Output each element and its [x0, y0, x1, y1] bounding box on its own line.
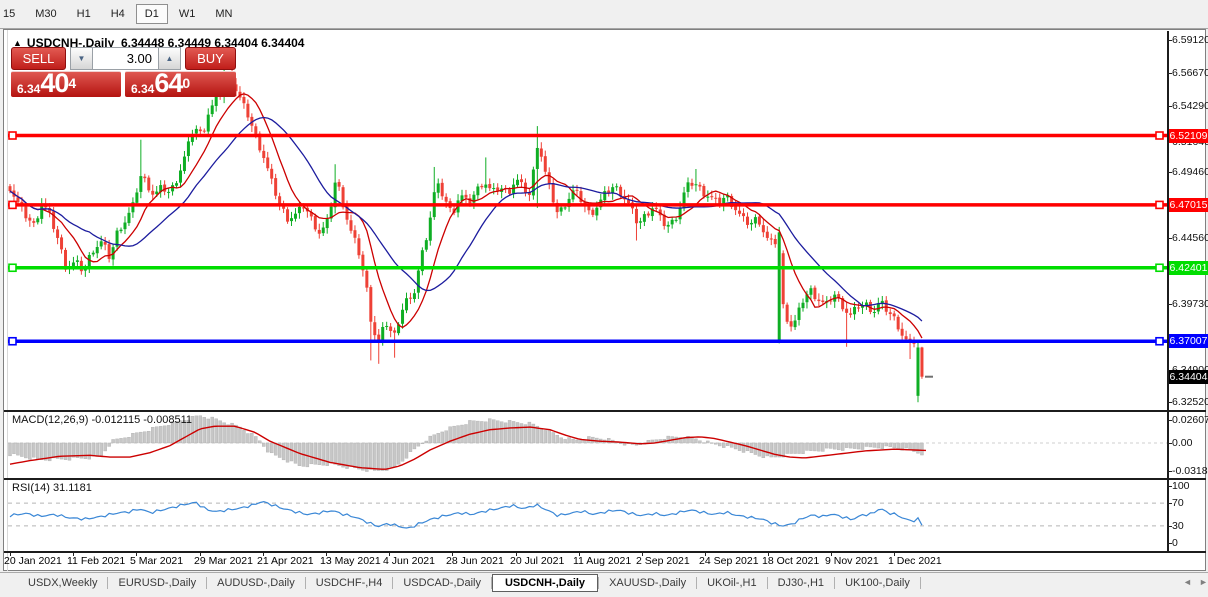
macd-tick-label: 0.00 — [1172, 436, 1193, 449]
date-tick-label: 1 Dec 2021 — [888, 555, 942, 567]
date-tick-label: 28 Jun 2021 — [446, 555, 504, 567]
timeframe-toolbar: 15 M30 H1 H4 D1 W1 MN — [0, 0, 1208, 29]
date-tick-label: 24 Sep 2021 — [699, 555, 759, 567]
buy-price-sup: 0 — [182, 75, 191, 91]
rsi-tick-label: 0 — [1172, 537, 1178, 549]
price-tick-label: 6.59120 — [1172, 33, 1208, 46]
macd-label: MACD(12,26,9) -0.012115 -0.008511 — [12, 414, 192, 426]
chart-tab-ukoil-h1[interactable]: UKOil-,H1 — [697, 575, 767, 591]
line-handle-right — [1155, 336, 1164, 346]
level-price-label: 6.42401 — [1169, 260, 1208, 275]
price-tick-label: 6.44560 — [1172, 232, 1208, 245]
chart-tab-audusd-daily[interactable]: AUDUSD-,Daily — [207, 575, 305, 591]
macd-tick-label: -0.03187 — [1172, 465, 1208, 478]
chart-tab-xauusd-daily[interactable]: XAUUSD-,Daily — [599, 575, 696, 591]
rsi-tick-label: 100 — [1172, 480, 1190, 492]
date-tick-label: 20 Jul 2021 — [510, 555, 565, 567]
date-tick-label: 4 Jun 2021 — [383, 555, 435, 567]
line-handle-right — [1155, 131, 1164, 140]
tab-separator — [919, 577, 921, 589]
sell-price-panel[interactable]: 6.34 40 4 — [11, 68, 121, 98]
buy-price-panel[interactable]: 6.34 64 0 — [125, 68, 236, 98]
buy-button[interactable]: BUY — [185, 47, 236, 70]
line-handle-left — [8, 263, 17, 273]
date-tick-label: 9 Nov 2021 — [825, 555, 879, 567]
line-handle-left — [8, 336, 17, 346]
candles — [8, 64, 924, 403]
date-tick-label: 11 Feb 2021 — [67, 555, 126, 567]
sell-price-small: 6.34 — [17, 82, 41, 96]
date-tick-label: 20 Jan 2021 — [4, 555, 62, 567]
tabs-scroll-right-icon[interactable]: ► — [1199, 577, 1208, 587]
chart-tab-dj30-h1[interactable]: DJ30-,H1 — [768, 575, 834, 591]
mt4-window: 15 M30 H1 H4 D1 W1 MN ▲ USDCNH-,Daily 6.34448 6… — [0, 0, 1208, 597]
volume-input[interactable]: 3.00 — [93, 47, 158, 70]
rsi-value: 31.1181 — [52, 482, 92, 494]
triangle-down-icon: ▼ — [77, 54, 86, 63]
buy-price-small: 6.34 — [131, 82, 155, 96]
rsi-label: RSI(14) 31.1181 — [12, 482, 92, 494]
price-axis-line[interactable] — [1167, 31, 1169, 552]
timeframe-button-h1[interactable]: H1 — [68, 4, 100, 24]
chart-tab-usdcnh-daily[interactable]: USDCNH-,Daily — [491, 574, 599, 592]
chart-tab-usdcad-daily[interactable]: USDCAD-,Daily — [393, 575, 491, 591]
line-handle-right — [1155, 200, 1164, 210]
ma-slow-line — [9, 116, 923, 322]
triangle-up-icon: ▲ — [165, 54, 174, 63]
one-click-trading-panel: SELL ▼ 3.00 ▲ BUY 6.34 40 4 6.34 64 0 — [11, 47, 236, 97]
sell-price-sup: 4 — [68, 75, 77, 91]
date-tick-label: 2 Sep 2021 — [636, 555, 690, 567]
buy-price-big: 64 — [154, 68, 183, 98]
pane-separator-macd[interactable] — [4, 410, 1206, 412]
date-tick-label: 13 May 2021 — [320, 555, 381, 567]
line-handle-left — [8, 131, 17, 140]
rsi-pane[interactable] — [8, 480, 1167, 551]
timeframe-button-m30[interactable]: M30 — [26, 4, 65, 24]
pane-separator-rsi[interactable] — [4, 478, 1206, 480]
chart-tab-usdchf-h4[interactable]: USDCHF-,H4 — [306, 575, 393, 591]
level-price-label: 6.37007 — [1169, 334, 1208, 349]
line-handle-right — [1155, 263, 1164, 273]
sell-price-big: 40 — [40, 68, 69, 98]
sell-button[interactable]: SELL — [11, 47, 66, 70]
date-tick-label: 18 Oct 2021 — [762, 555, 820, 567]
rsi-line — [9, 501, 923, 529]
window-bottom-strip — [0, 593, 1208, 597]
price-tick-label: 6.32520 — [1172, 396, 1208, 409]
timeframe-button-mn[interactable]: MN — [206, 4, 241, 24]
ma-fast-line — [9, 93, 923, 339]
tabs-scroll-left-icon[interactable]: ◄ — [1183, 577, 1192, 587]
timeframe-button-h4[interactable]: H4 — [102, 4, 134, 24]
date-tick-label: 21 Apr 2021 — [257, 555, 314, 567]
chart-tab-bar: USDX,Weekly EURUSD-,Daily AUDUSD-,Daily USD… — [0, 572, 1208, 593]
pane-separator-dates — [4, 551, 1206, 553]
line-handle-left — [8, 200, 17, 210]
chart-tab-usdx-weekly[interactable]: USDX,Weekly — [18, 575, 107, 591]
date-tick-label: 11 Aug 2021 — [573, 555, 632, 567]
rsi-tick-label: 30 — [1172, 519, 1184, 532]
date-tick-label: 5 Mar 2021 — [130, 555, 184, 567]
volume-increase-button[interactable]: ▲ — [158, 47, 181, 70]
chart-tab-uk100-daily[interactable]: UK100-,Daily — [835, 575, 920, 591]
rsi-tick-label: 70 — [1172, 497, 1184, 510]
chart-tab-eurusd-daily[interactable]: EURUSD-,Daily — [108, 575, 206, 591]
timeframe-button-15[interactable]: 15 — [0, 4, 24, 24]
macd-values: -0.012115 -0.008511 — [91, 414, 192, 426]
date-tick-label: 29 Mar 2021 — [194, 555, 253, 567]
price-tick-label: 6.39730 — [1172, 298, 1208, 311]
price-tick-label: 6.54290 — [1172, 99, 1208, 112]
level-price-label: 6.52109 — [1169, 128, 1208, 143]
price-tick-label: 6.56670 — [1172, 67, 1208, 80]
current-price-label: 6.34404 — [1169, 369, 1208, 384]
macd-tick-label: 0.02607 — [1172, 413, 1208, 426]
level-price-label: 6.47015 — [1169, 197, 1208, 212]
volume-decrease-button[interactable]: ▼ — [70, 47, 93, 70]
timeframe-button-d1[interactable]: D1 — [135, 4, 168, 24]
price-tick-label: 6.49460 — [1172, 165, 1208, 178]
timeframe-button-w1[interactable]: W1 — [170, 4, 205, 24]
